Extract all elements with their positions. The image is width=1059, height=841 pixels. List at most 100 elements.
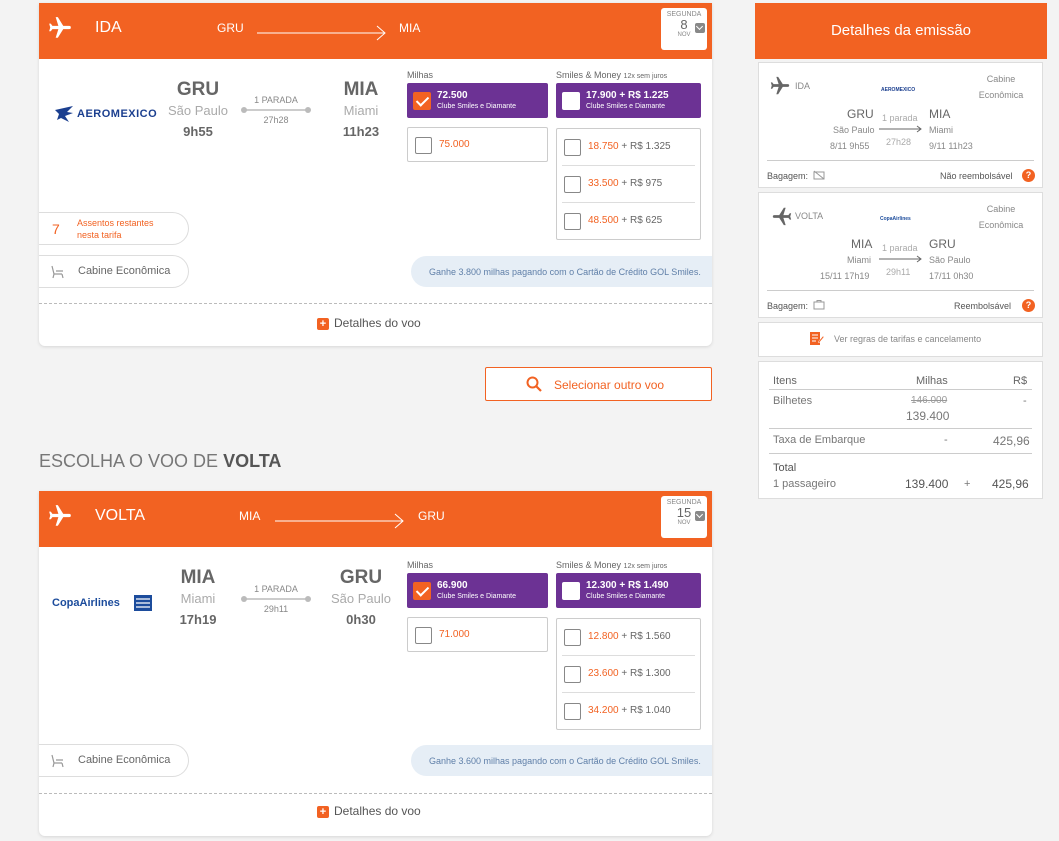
help-icon[interactable]: ? [1022,169,1035,182]
smiles-money-title: Smiles & Money [556,70,622,80]
checkbox[interactable] [562,582,580,600]
checkbox[interactable] [564,213,581,230]
divider [769,389,1032,390]
smiles-money-option-selected[interactable]: 12.300 + R$ 1.490 Clube Smiles e Diamant… [556,573,701,608]
dashed-divider [39,793,712,794]
copa-flag-icon [134,595,152,611]
checkbox[interactable] [564,629,581,646]
chevron-down-icon[interactable] [695,511,705,521]
inbound-header-from: MIA [239,509,261,523]
option-text: 18.750 + R$ 1.325 [588,141,671,152]
volta-to-code: GRU [929,237,956,251]
checkbox[interactable] [564,139,581,156]
outbound-header-from: GRU [217,21,244,35]
inbound-header-to: GRU [418,509,445,523]
outbound-date-picker[interactable]: SEGUNDA 8 NOV [661,8,707,50]
checkbox[interactable] [415,627,432,644]
outbound-flight-card: IDA GRU MIA SEGUNDA 8 NOV AEROMEXICO GRU… [39,3,712,346]
smiles-money-option[interactable]: 12.800 + R$ 1.560 [557,619,700,656]
promo-banner[interactable]: Ganhe 3.800 milhas pagando com o Cartão … [411,256,712,287]
smiles-money-option[interactable]: 23.600 + R$ 1.300 [557,656,700,693]
ida-summary-box: IDA AEROMEXICO Cabine Econômica GRU São … [758,62,1043,188]
miles-option-selected[interactable]: 66.900 Clube Smiles e Diamante [407,573,548,608]
checkbox[interactable] [564,666,581,683]
cabin-class-line2: Econômica [978,220,1024,230]
club-label: Clube Smiles e Diamante [437,103,516,110]
plus-icon: + [317,805,329,818]
checkbox[interactable] [562,92,580,110]
checkbox-checked[interactable] [413,582,431,600]
smiles-money-option[interactable]: 34.200 + R$ 1.040 [557,693,700,730]
miles-value: 66.900 [437,580,468,591]
miles-amount: 75.000 [439,139,470,150]
option-text: 23.600 + R$ 1.300 [588,668,671,679]
copa-airlines-logo: CopaAirlines [52,595,154,613]
seat-icon [51,265,64,279]
seats-text: Assentos restantes nesta tarifa [77,217,154,241]
money-amount: + R$ 1.560 [618,631,671,642]
volta-from-city: Miami [847,255,871,265]
money-amount: + R$ 1.325 [618,141,671,152]
cabin-class-line1: Cabine [986,74,1016,84]
dest-code: GRU [339,567,383,588]
club-label: Clube Smiles e Diamante [586,593,665,600]
miles-value: 72.500 [437,90,468,101]
refund-status: Não reembolsável [940,171,1013,181]
origin-time: 17h19 [179,612,217,627]
inbound-header-title: VOLTA [95,507,146,524]
flight-details-toggle[interactable]: + Detalhes do voo [317,804,421,818]
help-icon[interactable]: ? [1022,299,1035,312]
col-miles: Milhas [916,375,948,387]
smiles-money-option[interactable]: 33.500 + R$ 975 [557,166,700,203]
volta-stops: 1 parada [882,243,918,253]
baggage-icon [813,300,825,310]
smiles-money-value: 17.900 + R$ 1.225 [586,90,669,101]
miles-amount: 48.500 [588,215,619,226]
route-arrow-icon [879,255,922,263]
checkbox[interactable] [564,176,581,193]
smiles-money-option[interactable]: 48.500 + R$ 625 [557,203,700,240]
installments-note: 12x sem juros [623,563,668,570]
ida-stops: 1 parada [882,113,918,123]
smiles-money-option[interactable]: 18.750 + R$ 1.325 [557,129,700,166]
select-other-flight-button[interactable]: Selecionar outro voo [485,367,712,401]
stops-label: 1 PARADA [254,95,298,105]
flight-duration: 29h11 [263,604,289,614]
plus-icon: + [317,317,329,330]
smiles-money-options-list: 18.750 + R$ 1.325 33.500 + R$ 975 48.500… [556,128,701,240]
volta-to-city: São Paulo [929,255,971,265]
aeromexico-wordmark: AEROMEXICO [77,108,158,120]
cabin-class-line1: Cabine [986,204,1016,214]
miles-amount: 23.600 [588,668,619,679]
option-row[interactable]: 75.000 [408,127,547,164]
checkbox[interactable] [415,137,432,154]
miles-option-regular[interactable]: 71.000 [407,617,548,652]
baggage-label: Bagagem: [767,301,809,311]
seats-count: 7 [52,221,60,237]
ida-from-datetime: 8/11 9h55 [830,141,870,151]
fare-rules-link[interactable]: Ver regras de tarifas e cancelamento [758,322,1043,357]
miles-column-label: Milhas [407,70,434,80]
promo-banner[interactable]: Ganhe 3.600 milhas pagando com o Cartão … [411,745,712,776]
refund-status: Reembolsável [954,301,1012,311]
divider [767,160,1034,161]
volta-from-datetime: 15/11 17h19 [820,271,870,281]
cabin-class-line2: Econômica [978,90,1024,100]
checkbox[interactable] [564,703,581,720]
miles-option-regular[interactable]: 75.000 [407,127,548,162]
inbound-date-picker[interactable]: SEGUNDA 15 NOV [661,496,707,538]
money-amount: + R$ 625 [618,215,663,226]
ida-from-city: São Paulo [833,125,875,135]
chevron-down-icon[interactable] [695,23,705,33]
airplane-icon [49,505,71,526]
tickets-money: - [1023,395,1027,407]
miles-option-selected[interactable]: 72.500 Clube Smiles e Diamante [407,83,548,118]
miles-amount: 12.800 [588,631,619,642]
checkbox-checked[interactable] [413,92,431,110]
smiles-money-option-selected[interactable]: 17.900 + R$ 1.225 Clube Smiles e Diamant… [556,83,701,118]
cabin-label: Cabine Econômica [78,265,171,277]
option-row[interactable]: 71.000 [408,617,547,654]
flight-details-toggle[interactable]: + Detalhes do voo [317,316,421,330]
miles-amount: 71.000 [439,629,470,640]
flight-details-label: Detalhes do voo [334,316,421,330]
